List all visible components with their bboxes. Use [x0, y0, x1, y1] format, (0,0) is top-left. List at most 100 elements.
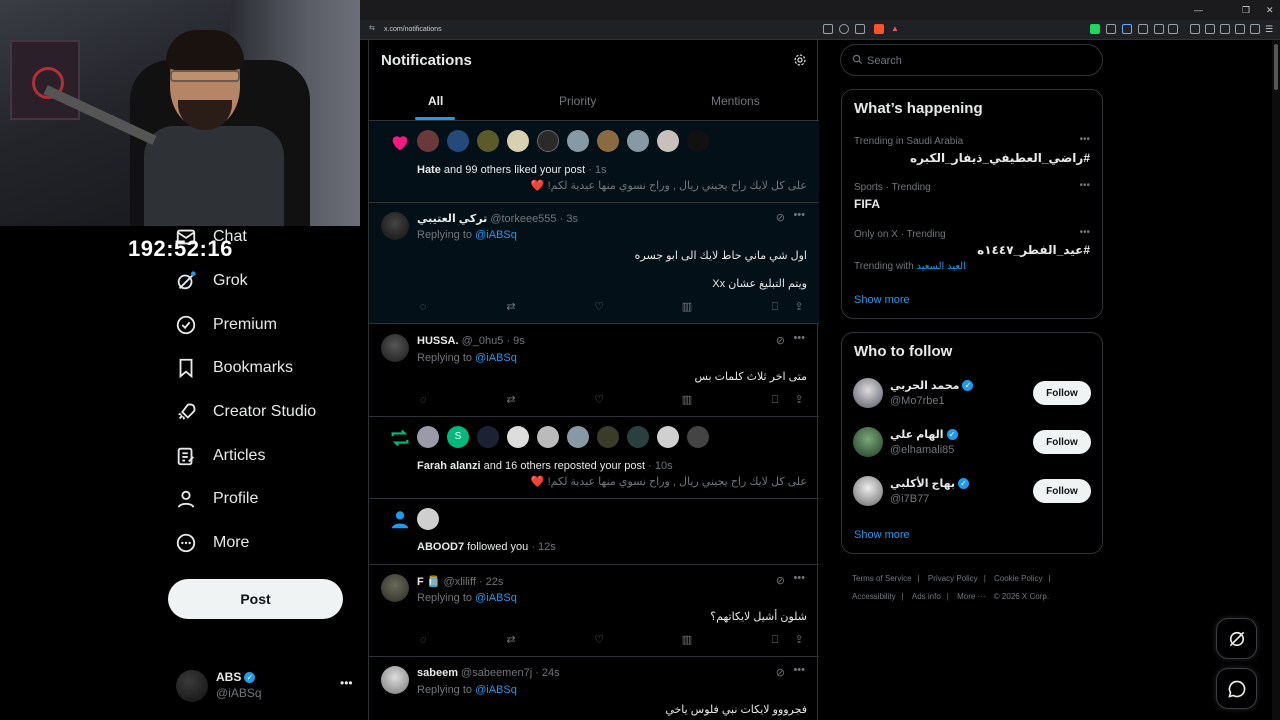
- reply-tweet[interactable]: sabeem @sabeemen7j · 24s ⊘ ••• Replying …: [369, 657, 819, 720]
- avatar[interactable]: [381, 666, 409, 694]
- avatar[interactable]: [417, 508, 439, 530]
- tab-icon[interactable]: [1220, 24, 1230, 34]
- wallet-icon[interactable]: [1235, 24, 1245, 34]
- avatar[interactable]: [537, 426, 559, 448]
- more-icon[interactable]: •••: [793, 209, 805, 221]
- menu-icon[interactable]: ☰: [1265, 24, 1275, 34]
- grok-explain-icon[interactable]: ⊘: [776, 334, 785, 347]
- brave-shield-icon[interactable]: [874, 24, 884, 34]
- more-icon[interactable]: •••: [793, 332, 805, 344]
- nav-item-creator-studio[interactable]: Creator Studio: [175, 394, 316, 430]
- share-icon[interactable]: ⇪: [793, 301, 805, 313]
- zoom-icon[interactable]: [839, 24, 849, 34]
- bookmark-icon[interactable]: ⎕: [769, 634, 781, 646]
- tab-priority[interactable]: Priority: [559, 94, 596, 108]
- nav-item-bookmarks[interactable]: Bookmarks: [175, 350, 293, 386]
- reply-icon[interactable]: ◌: [417, 634, 429, 646]
- avatar[interactable]: [381, 574, 409, 602]
- nav-item-grok[interactable]: Grok: [175, 263, 248, 299]
- like-icon[interactable]: ♡: [593, 634, 605, 646]
- more-icon[interactable]: •••: [1079, 134, 1090, 145]
- rewards-icon[interactable]: ▲: [891, 24, 901, 34]
- bookmark-icon[interactable]: ⎕: [769, 394, 781, 406]
- messages-fab[interactable]: [1216, 668, 1257, 709]
- avatar[interactable]: [853, 427, 883, 457]
- avatar[interactable]: [507, 130, 529, 152]
- post-button[interactable]: Post: [168, 579, 343, 619]
- avatar[interactable]: [477, 130, 499, 152]
- tweet-author[interactable]: sabeem @sabeemen7j · 24s: [417, 667, 560, 679]
- avatar[interactable]: [381, 212, 409, 240]
- sidebar-icon[interactable]: [1205, 24, 1215, 34]
- views-icon[interactable]: ▥: [681, 634, 693, 646]
- avatar[interactable]: [477, 426, 499, 448]
- reply-icon[interactable]: ◌: [417, 301, 429, 313]
- avatar[interactable]: [853, 476, 883, 506]
- reply-tweet[interactable]: HUSSA. @_0hu5 · 9s ⊘ ••• Replying to @iA…: [369, 324, 819, 417]
- avatar[interactable]: [687, 426, 709, 448]
- tweet-author[interactable]: تركي العتيبي @torkeee555 · 3s: [417, 212, 578, 225]
- nav-item-articles[interactable]: Articles: [175, 438, 265, 474]
- avatar[interactable]: [627, 426, 649, 448]
- footer-link[interactable]: Privacy Policy: [928, 574, 978, 583]
- scrollbar[interactable]: [1272, 40, 1280, 720]
- screenshot-icon[interactable]: [1168, 24, 1178, 34]
- more-icon[interactable]: •••: [793, 572, 805, 584]
- views-icon[interactable]: ▥: [681, 301, 693, 313]
- avatar[interactable]: [657, 130, 679, 152]
- more-icon[interactable]: •••: [1079, 227, 1090, 238]
- avatar[interactable]: [381, 334, 409, 362]
- nav-item-profile[interactable]: Profile: [175, 481, 258, 517]
- minimize-icon[interactable]: —: [1194, 5, 1203, 15]
- tab-mentions[interactable]: Mentions: [711, 94, 760, 108]
- follow-button[interactable]: Follow: [1033, 479, 1091, 503]
- search-box[interactable]: [840, 44, 1103, 76]
- music-icon[interactable]: [1190, 24, 1200, 34]
- extension-icon[interactable]: [1138, 24, 1148, 34]
- avatar[interactable]: S: [447, 426, 469, 448]
- close-icon[interactable]: ✕: [1266, 5, 1274, 16]
- reader-icon[interactable]: [823, 24, 833, 34]
- bookmark-icon[interactable]: ⎕: [769, 301, 781, 313]
- more-icon[interactable]: •••: [1079, 180, 1090, 191]
- share-icon[interactable]: ⇪: [793, 394, 805, 406]
- footer-link[interactable]: Ads info: [912, 592, 941, 601]
- avatar[interactable]: [417, 426, 439, 448]
- follow-button[interactable]: Follow: [1033, 381, 1091, 405]
- grok-explain-icon[interactable]: ⊘: [776, 574, 785, 587]
- site-info-icon[interactable]: ⇆: [369, 24, 379, 34]
- like-icon[interactable]: ♡: [593, 301, 605, 313]
- footer-link[interactable]: Cookie Policy: [994, 574, 1042, 583]
- reply-icon[interactable]: ◌: [417, 394, 429, 406]
- repost-icon[interactable]: ⇄: [505, 634, 517, 646]
- notification-repost[interactable]: S Farah alanzi and 16 others reposted yo…: [369, 417, 819, 499]
- restore-icon[interactable]: ❐: [1242, 5, 1250, 16]
- extension-icon[interactable]: [1090, 24, 1100, 34]
- avatar[interactable]: [657, 426, 679, 448]
- repost-icon[interactable]: ⇄: [505, 394, 517, 406]
- avatar[interactable]: [853, 378, 883, 408]
- extension-icon[interactable]: [1122, 24, 1132, 34]
- avatar[interactable]: [507, 426, 529, 448]
- extension-icon[interactable]: [1106, 24, 1116, 34]
- avatar[interactable]: [687, 130, 709, 152]
- more-icon[interactable]: •••: [793, 664, 805, 676]
- puzzle-icon[interactable]: [1154, 24, 1164, 34]
- url-field[interactable]: x.com/notifications: [384, 26, 442, 33]
- avatar[interactable]: [597, 130, 619, 152]
- account-more-icon[interactable]: •••: [340, 676, 353, 690]
- avatar[interactable]: [567, 130, 589, 152]
- avatar[interactable]: [627, 130, 649, 152]
- nav-item-premium[interactable]: Premium: [175, 307, 277, 343]
- notification-follow[interactable]: ABOOD7 followed you · 12s: [369, 499, 819, 565]
- grok-explain-icon[interactable]: ⊘: [776, 666, 785, 679]
- notification-like[interactable]: Hate and 99 others liked your post · 1s …: [369, 121, 819, 203]
- avatar[interactable]: [447, 130, 469, 152]
- follow-button[interactable]: Follow: [1033, 430, 1091, 454]
- avatar[interactable]: [567, 426, 589, 448]
- tweet-author[interactable]: HUSSA. @_0hu5 · 9s: [417, 335, 525, 347]
- share-icon[interactable]: ⇪: [793, 634, 805, 646]
- show-more-link[interactable]: Show more: [854, 529, 910, 541]
- repost-icon[interactable]: ⇄: [505, 301, 517, 313]
- views-icon[interactable]: ▥: [681, 394, 693, 406]
